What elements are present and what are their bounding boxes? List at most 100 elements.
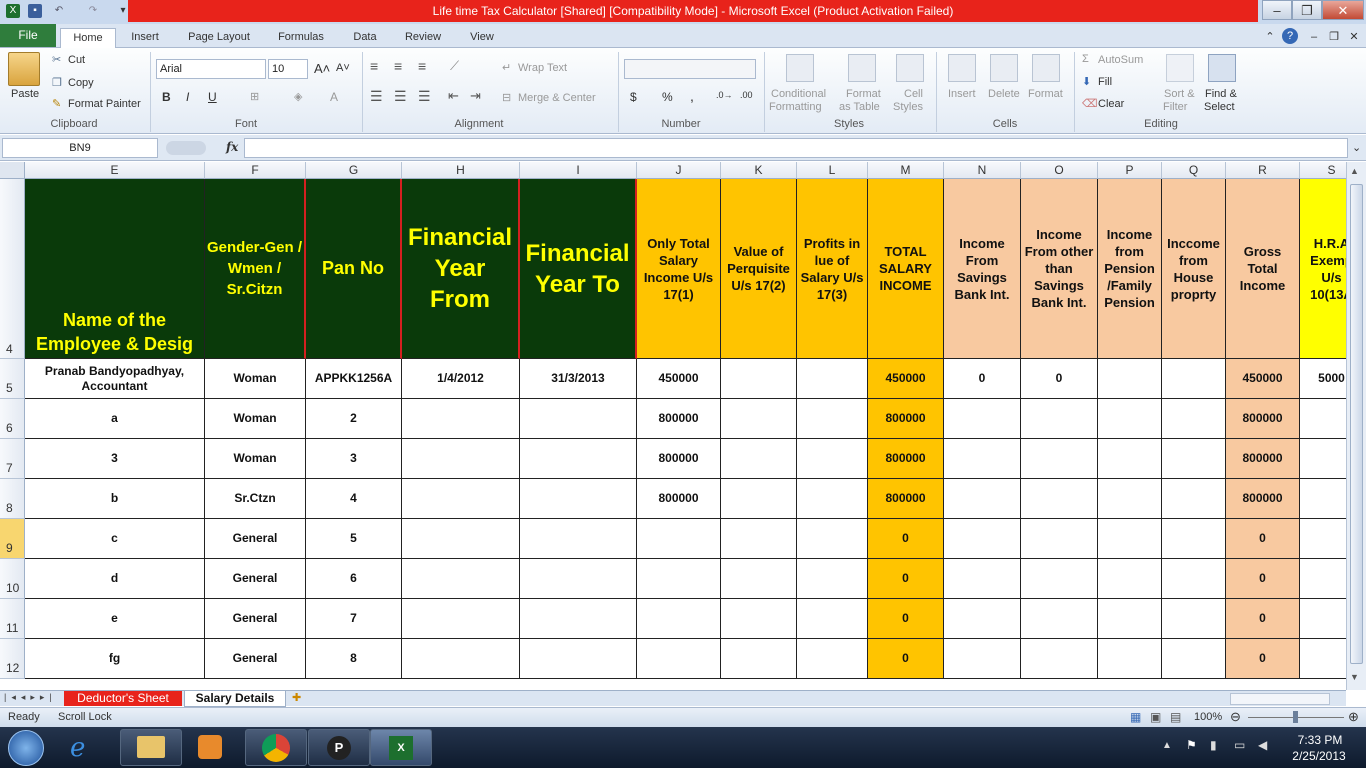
data-cell-n-row10[interactable] [944, 559, 1021, 599]
data-cell-o-row12[interactable] [1021, 639, 1098, 679]
format-as-table-label-2[interactable]: as Table [839, 101, 880, 113]
select-all-corner[interactable] [0, 162, 25, 179]
row-header-5[interactable]: 5 [0, 359, 25, 399]
scroll-thumb[interactable] [1350, 184, 1363, 664]
network-icon[interactable]: ▭ [1234, 738, 1245, 752]
data-cell-h-row9[interactable] [402, 519, 520, 559]
minimize-button[interactable]: – [1262, 0, 1292, 20]
paste-button[interactable]: Paste [11, 88, 39, 100]
header-cell-f[interactable]: Gender-Gen / Wmen / Sr.Citzn [205, 179, 306, 359]
data-cell-e-row9[interactable]: c [25, 519, 205, 559]
data-cell-s-row5[interactable]: 5000 [1300, 359, 1346, 399]
header-cell-e[interactable]: Name of the Employee & Desig [25, 179, 205, 359]
data-cell-k-row9[interactable] [721, 519, 797, 559]
data-cell-o-row7[interactable] [1021, 439, 1098, 479]
tab-formulas[interactable]: Formulas [270, 28, 332, 48]
data-cell-f-row7[interactable]: Woman [205, 439, 306, 479]
align-top-icon[interactable]: ≡ [370, 58, 378, 74]
restore-button[interactable]: ❐ [1292, 0, 1322, 20]
column-header-o[interactable]: O [1021, 162, 1098, 179]
data-cell-f-row9[interactable]: General [205, 519, 306, 559]
data-cell-r-row6[interactable]: 800000 [1226, 399, 1300, 439]
data-cell-q-row5[interactable] [1162, 359, 1226, 399]
data-cell-l-row11[interactable] [797, 599, 868, 639]
data-cell-q-row12[interactable] [1162, 639, 1226, 679]
data-cell-p-row10[interactable] [1098, 559, 1162, 599]
column-header-r[interactable]: R [1226, 162, 1300, 179]
data-cell-k-row12[interactable] [721, 639, 797, 679]
clear-button[interactable]: Clear [1098, 98, 1124, 110]
zoom-slider-thumb[interactable] [1293, 711, 1298, 723]
data-cell-n-row5[interactable]: 0 [944, 359, 1021, 399]
data-cell-e-row6[interactable]: a [25, 399, 205, 439]
data-cell-q-row11[interactable] [1162, 599, 1226, 639]
page-layout-view-icon[interactable]: ▣ [1150, 710, 1161, 724]
cell-styles-label-2[interactable]: Styles [893, 101, 923, 113]
sort-filter-label-2[interactable]: Filter [1163, 101, 1187, 113]
excel-taskbar-button[interactable]: X [370, 729, 432, 766]
header-cell-p[interactable]: Income from Pension /Family Pension [1098, 179, 1162, 359]
italic-button[interactable]: I [186, 90, 189, 104]
data-cell-e-row12[interactable]: fg [25, 639, 205, 679]
data-cell-n-row8[interactable] [944, 479, 1021, 519]
data-cell-q-row10[interactable] [1162, 559, 1226, 599]
increase-indent-icon[interactable]: ⇥ [470, 88, 481, 104]
tab-file[interactable]: File [0, 24, 56, 47]
data-cell-m-row12[interactable]: 0 [868, 639, 944, 679]
header-cell-r[interactable]: Gross Total Income [1226, 179, 1300, 359]
align-left-icon[interactable]: ☰ [370, 88, 383, 105]
data-cell-h-row12[interactable] [402, 639, 520, 679]
data-cell-p-row9[interactable] [1098, 519, 1162, 559]
header-cell-g[interactable]: Pan No [306, 179, 402, 359]
column-header-s[interactable]: S [1300, 162, 1346, 179]
font-name-box[interactable]: Arial [156, 59, 266, 79]
data-cell-l-row12[interactable] [797, 639, 868, 679]
data-cell-i-row8[interactable] [520, 479, 637, 519]
data-cell-f-row11[interactable]: General [205, 599, 306, 639]
page-break-view-icon[interactable]: ▤ [1170, 710, 1181, 724]
data-cell-i-row9[interactable] [520, 519, 637, 559]
align-right-icon[interactable]: ☰ [418, 88, 431, 105]
data-cell-e-row7[interactable]: 3 [25, 439, 205, 479]
data-cell-m-row6[interactable]: 800000 [868, 399, 944, 439]
data-cell-q-row8[interactable] [1162, 479, 1226, 519]
formula-bar-splitter[interactable] [166, 141, 206, 155]
tab-view[interactable]: View [460, 28, 504, 48]
sheet-tab-salary-details[interactable]: Salary Details [184, 691, 286, 707]
horizontal-scrollbar[interactable] [1230, 693, 1330, 705]
row-header-8[interactable]: 8 [0, 479, 25, 519]
media-player-icon[interactable] [198, 735, 222, 759]
column-header-m[interactable]: M [868, 162, 944, 179]
data-cell-h-row7[interactable] [402, 439, 520, 479]
align-middle-icon[interactable]: ≡ [394, 58, 402, 74]
find-select-label-2[interactable]: Select [1204, 101, 1235, 113]
fill-button[interactable]: Fill [1098, 76, 1112, 88]
data-cell-i-row12[interactable] [520, 639, 637, 679]
data-cell-k-row10[interactable] [721, 559, 797, 599]
sheet-tab-deductor[interactable]: Deductor's Sheet [64, 691, 182, 706]
data-cell-m-row10[interactable]: 0 [868, 559, 944, 599]
data-cell-m-row8[interactable]: 800000 [868, 479, 944, 519]
data-cell-k-row7[interactable] [721, 439, 797, 479]
redo-icon[interactable]: ↷ [86, 4, 100, 18]
decrease-indent-icon[interactable]: ⇤ [448, 88, 459, 104]
worksheet-grid[interactable]: E F G H I J K L M N O P Q R S 4 5 6 7 8 … [0, 162, 1346, 690]
zoom-out-icon[interactable]: ⊖ [1230, 709, 1241, 725]
start-button[interactable] [8, 730, 44, 766]
workbook-minimize-icon[interactable]: – [1306, 28, 1322, 48]
column-header-q[interactable]: Q [1162, 162, 1226, 179]
data-cell-e-row8[interactable]: b [25, 479, 205, 519]
action-center-icon[interactable]: ⚑ [1186, 738, 1197, 752]
insert-function-button[interactable]: fx [226, 140, 238, 154]
data-cell-s-row9[interactable] [1300, 519, 1346, 559]
data-cell-l-row9[interactable] [797, 519, 868, 559]
data-cell-f-row8[interactable]: Sr.Ctzn [205, 479, 306, 519]
borders-icon[interactable]: ⊞ [250, 90, 259, 103]
data-cell-g-row10[interactable]: 6 [306, 559, 402, 599]
data-cell-g-row7[interactable]: 3 [306, 439, 402, 479]
data-cell-o-row5[interactable]: 0 [1021, 359, 1098, 399]
tab-review[interactable]: Review [396, 28, 450, 48]
data-cell-l-row5[interactable] [797, 359, 868, 399]
number-format-box[interactable] [624, 59, 756, 79]
row-header-7[interactable]: 7 [0, 439, 25, 479]
